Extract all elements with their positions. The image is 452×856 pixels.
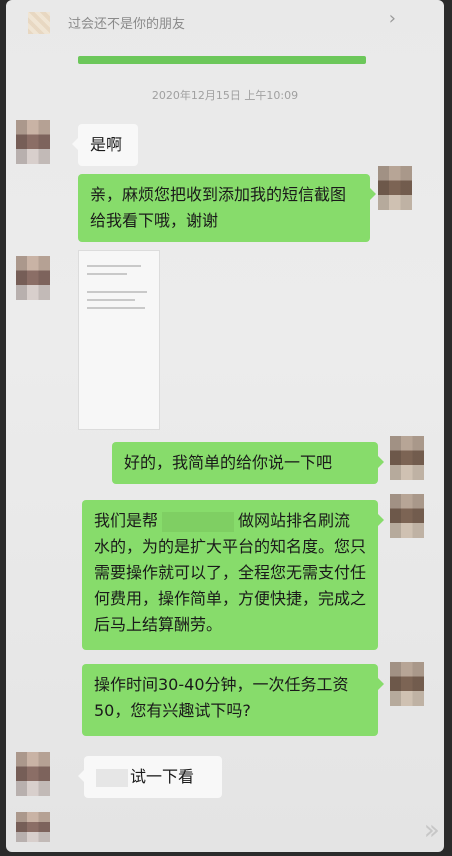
message-text: 试一下看 — [130, 767, 195, 786]
message-bubble[interactable]: 好的，我简单的给你说一下吧 — [112, 442, 384, 484]
redacted-block — [162, 511, 235, 532]
message-bubble[interactable]: 操作时间30-40分钟，一次任务工资50，您有兴趣试下吗? — [82, 664, 384, 736]
notification-bar[interactable]: 过会还不是你的朋友 › — [6, 0, 444, 40]
message-bubble[interactable]: 亲，麻烦您把收到添加我的短信截图给我看下哦，谢谢 — [78, 174, 376, 242]
notification-title: 过会还不是你的朋友 — [68, 17, 186, 32]
contact-avatar — [28, 12, 50, 34]
message-text: 亲，麻烦您把收到添加我的短信截图给我看下哦，谢谢 — [90, 185, 347, 230]
avatar[interactable] — [390, 494, 424, 538]
message-bubble[interactable]: 我们是帮 做网站排名刷流水的，为的是扩大平台的知名度。您只需要操作就可以了，全程您… — [82, 500, 384, 650]
message-text: 我们是帮 — [94, 511, 159, 530]
message-text: 是啊 — [90, 135, 123, 154]
redacted-block — [96, 768, 128, 787]
banner-bar — [78, 56, 366, 64]
message-text: 好的，我简单的给你说一下吧 — [124, 453, 333, 472]
message-bubble[interactable]: 试一下看 — [78, 756, 222, 798]
avatar[interactable] — [16, 120, 50, 164]
message-timestamp: 2020年12月15日 上午10:09 — [151, 89, 299, 102]
avatar[interactable] — [378, 166, 412, 210]
chevron-right-icon[interactable]: › — [389, 8, 396, 29]
message-bubble[interactable]: 是啊 — [72, 124, 138, 166]
avatar[interactable] — [16, 812, 50, 842]
message-text: 操作时间30-40分钟，一次任务工资50，您有兴趣试下吗? — [94, 675, 349, 720]
chat-screen: 过会还不是你的朋友 › 2020年12月15日 上午10:09 是啊 亲，麻烦您… — [6, 0, 444, 852]
image-message[interactable] — [78, 250, 160, 430]
avatar[interactable] — [16, 752, 50, 796]
avatar[interactable] — [390, 436, 424, 480]
avatar[interactable] — [16, 256, 50, 300]
avatar[interactable] — [390, 662, 424, 706]
double-chevron-icon: ›› — [423, 813, 441, 846]
